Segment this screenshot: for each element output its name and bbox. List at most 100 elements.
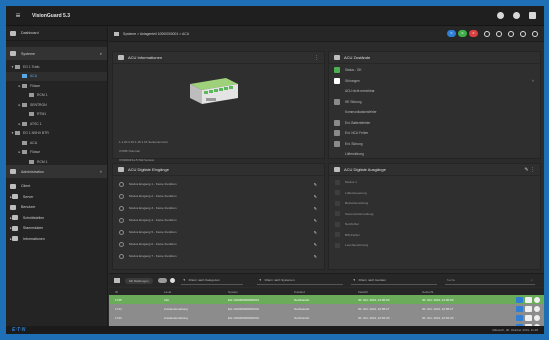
edit-icon[interactable]: ✎ (314, 218, 317, 223)
edit-icon[interactable]: ✎ (314, 254, 317, 259)
edit-icon[interactable]: ✎ (314, 182, 317, 187)
filter-devices-select[interactable]: ▼ Filtern nach Geräten (350, 277, 437, 285)
panel-title: ACU Zustände (344, 55, 371, 60)
column-header[interactable]: Zeitstift (358, 290, 422, 294)
grid-view-icon[interactable] (529, 12, 536, 19)
tree-item-label: RTM1 (37, 112, 47, 117)
input-row: Modus Eingang 3 - Keine Funktion ✎ (113, 202, 324, 214)
chevron-up-icon[interactable]: ˄ (532, 79, 534, 83)
state-row: Status - OK (329, 65, 540, 76)
state-label: Status - OK (345, 68, 362, 73)
event-table: ID Level System Zustand Zeitstift Gebucht 174… (109, 288, 544, 331)
document-icon[interactable] (532, 30, 538, 37)
table-cell: EG 1/00000000000001 (228, 297, 260, 302)
state-label: Lüfterstörung (345, 152, 364, 157)
refresh-icon[interactable] (496, 30, 502, 37)
state-indicator (334, 109, 340, 115)
table-row[interactable]: 1745 Info EG 1/00000000000001 Netzbetrieb 30… (109, 295, 544, 304)
column-header[interactable]: Zustand (294, 290, 358, 294)
search-icon[interactable]: ⌕ (531, 278, 533, 282)
edit-icon[interactable] (508, 30, 514, 37)
input-label: Modus Eingang 6 - Keine Funktion (129, 242, 177, 246)
tree-item[interactable]: RCM 1 (6, 91, 107, 101)
column-header[interactable]: System (228, 290, 294, 294)
sidebar-item-admin[interactable]: ▸ Server (6, 192, 107, 203)
filter-categories-select[interactable]: ▼ Filtern nach Kategorien (180, 277, 243, 285)
tree-item[interactable]: RTM1 (6, 110, 107, 120)
chevron-up-icon[interactable]: ˄ (100, 169, 102, 174)
panel-title: ACU Digitale Ausgänge (344, 167, 386, 172)
column-header[interactable]: ID (109, 290, 164, 294)
tree-item[interactable]: ▾ EG 1 NSHV BTR (6, 129, 107, 139)
acknowledge-button[interactable] (516, 314, 523, 321)
comment-button[interactable] (525, 296, 532, 303)
sidebar-item-admin[interactable]: ▸ Stammdaten (6, 223, 107, 234)
sidebar-item-label: Informationen (22, 236, 45, 241)
table-cell: 1745 (115, 297, 122, 302)
filter-categories-label: Filtern nach Kategorien (188, 278, 220, 282)
tree-item-label: EG 1 NSHV BTR (23, 131, 49, 136)
help-icon[interactable] (497, 12, 504, 19)
edit-icon[interactable]: ✎ (314, 206, 317, 211)
tree-item[interactable]: ▸ Flüsse (6, 148, 107, 158)
status-pills: 000 (447, 30, 478, 37)
tree-item[interactable]: ▸ SENTRON (6, 100, 107, 110)
with-messages-button[interactable]: Mit Meldungen (125, 277, 153, 284)
tree-item[interactable]: ▾ EG 1 Trafo (6, 62, 107, 72)
filter-systems-select[interactable]: ▼ Filtern nach Systemen (256, 277, 343, 285)
column-header[interactable]: Level (164, 290, 228, 294)
table-row[interactable]: 1743 Zustandsmeldung EG 1/00000000000001 Ne… (109, 313, 544, 322)
acknowledge-button[interactable] (516, 296, 523, 303)
sidebar-item-admin[interactable]: Benutzer (6, 202, 107, 213)
edit-icon[interactable]: ✎ (314, 230, 317, 235)
list-icon (114, 278, 120, 283)
menu-icon (11, 215, 18, 221)
edit-icon[interactable]: ✎ ⋮ (524, 167, 535, 173)
row-actions (516, 314, 540, 321)
search-icon[interactable]: ⌕ (100, 51, 102, 56)
settings-icon[interactable] (513, 12, 520, 19)
edit-icon[interactable]: ✎ (314, 242, 317, 247)
sidebar-item-label: Client (21, 184, 31, 189)
check-icon[interactable] (534, 314, 540, 321)
table-row[interactable]: 1744 Zustandsmeldung EG 1/00000000000001 Ne… (109, 304, 544, 313)
toggle-switch[interactable] (157, 278, 167, 283)
more-options-icon[interactable]: ⋮ (314, 55, 319, 61)
column-header[interactable]: Gebucht (422, 290, 486, 294)
search-input[interactable]: Suche ⌕ (444, 277, 535, 285)
sidebar-item-administration[interactable]: Administration ˄ (6, 165, 107, 178)
sidebar-item-admin[interactable]: Client (6, 181, 107, 192)
status-pill[interactable]: 0 (458, 30, 467, 37)
list-icon[interactable] (520, 30, 526, 37)
state-label: Störungen (345, 78, 360, 83)
check-icon[interactable] (534, 305, 540, 312)
filter-devices-label: Filtern nach Geräten (358, 278, 387, 282)
state-row: HE Störung (329, 97, 540, 108)
sidebar-item-admin[interactable]: ▸ Informationen (6, 234, 107, 245)
state-row: Ext. Störung (329, 139, 540, 150)
table-cell: 30. Okt. 2019, 10:52:00 (358, 315, 390, 320)
sidebar-item-admin[interactable]: ▸ Schnittstellen (6, 213, 107, 224)
check-icon[interactable] (534, 296, 540, 303)
input-status-icon (119, 229, 124, 235)
hamburger-menu-icon[interactable]: ≡ (10, 11, 26, 20)
status-pill[interactable]: 0 (469, 30, 478, 37)
status-pill[interactable]: 0 (447, 30, 456, 37)
sidebar-item-dashboard[interactable]: Dashboard (6, 26, 107, 41)
sidebar-item-systems[interactable]: Systeme ⌕ (6, 47, 107, 60)
table-cell: 30. Okt. 2019, 10:58:27 (422, 306, 454, 311)
tree-item[interactable]: ACU (6, 138, 107, 148)
tree-item[interactable]: ACU (6, 71, 107, 81)
target-icon[interactable] (484, 30, 490, 37)
comment-button[interactable] (525, 314, 532, 321)
output-label: Leuchtenstörung (345, 243, 369, 248)
edit-icon[interactable]: ✎ (314, 194, 317, 199)
input-row: Modus Eingang 7 - Keine Funktion ✎ (113, 250, 324, 262)
comment-button[interactable] (525, 305, 532, 312)
tree-item[interactable]: RCM 1 (6, 157, 107, 165)
dashboard-icon (10, 30, 16, 36)
acknowledge-button[interactable] (516, 305, 523, 312)
tree-item[interactable]: ▸ ATSC 1 (6, 119, 107, 129)
table-cell: 30. Okt. 2019, 10:58:27 (358, 306, 390, 311)
tree-item[interactable]: ▸ Flüsse (6, 81, 107, 91)
